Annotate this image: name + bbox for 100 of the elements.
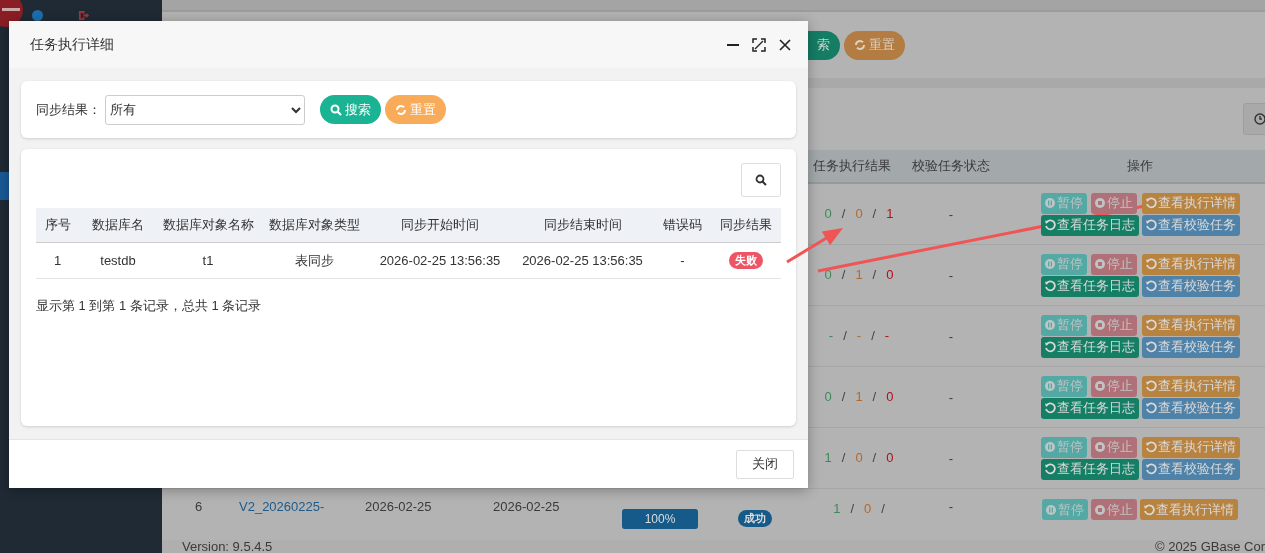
stop-icon <box>1094 380 1106 392</box>
column-header: 同步结束时间 <box>542 216 623 234</box>
result-count: 0 <box>824 388 832 406</box>
history-icon <box>1144 219 1157 231</box>
action-button[interactable]: 查看任务日志 <box>1040 336 1139 358</box>
pause-icon <box>1043 197 1056 209</box>
column-header: 序号 <box>43 216 72 234</box>
search-icon <box>330 103 342 116</box>
action-button[interactable]: 查看执行详情 <box>1141 253 1240 275</box>
search-button[interactable] <box>741 163 781 197</box>
filter-label: 同步结果： <box>36 100 101 119</box>
history-icon <box>1043 463 1056 475</box>
result-count: 1 <box>855 266 863 284</box>
dialog-title: 任务执行详细 <box>30 35 114 54</box>
history-icon <box>1144 197 1157 209</box>
table-cell-text: - <box>679 253 686 268</box>
result-count: / <box>841 266 846 284</box>
history-icon <box>1144 319 1157 331</box>
history-icon <box>1144 280 1157 292</box>
column-header: 操作 <box>1126 157 1154 175</box>
history-icon <box>1144 402 1157 414</box>
refresh-icon <box>854 39 866 51</box>
action-button[interactable]: 查看执行详情 <box>1140 499 1238 520</box>
table-cell-text: - <box>947 267 955 283</box>
pause-icon <box>1043 319 1056 331</box>
history-icon <box>1144 258 1157 270</box>
table-cell-text: - <box>947 206 955 222</box>
result-count: 0 <box>824 266 832 284</box>
result-count: / <box>881 500 885 518</box>
action-button[interactable]: 查看校验任务 <box>1141 214 1240 236</box>
table-cell-text: 2026-02-25 13:56:35 <box>378 253 502 268</box>
result-count: 0 <box>864 500 872 518</box>
result-count: / <box>872 449 877 467</box>
maximize-icon[interactable] <box>752 37 766 52</box>
result-select[interactable]: 所有 <box>105 94 305 125</box>
result-count: 0 <box>855 449 863 467</box>
action-button[interactable]: 查看执行详情 <box>1141 192 1240 214</box>
column-header: 同步结果 <box>718 216 773 234</box>
status-badge: 成功 <box>738 510 772 527</box>
result-count: 1 <box>824 449 832 467</box>
history-icon <box>1043 341 1056 353</box>
action-button[interactable]: 查看任务日志 <box>1040 275 1139 297</box>
column-header: 数据库名 <box>91 216 145 234</box>
action-button[interactable]: 查看任务日志 <box>1040 458 1139 480</box>
result-count: / <box>843 327 847 345</box>
result-count: 0 <box>855 205 863 223</box>
table-cell-text: - <box>947 328 955 344</box>
online-dot-icon <box>32 10 43 21</box>
history-icon <box>1043 219 1056 231</box>
action-button[interactable]: 查看任务日志 <box>1040 214 1139 236</box>
history-icon <box>1144 441 1157 453</box>
result-count: / <box>872 205 877 223</box>
result-count: - <box>828 327 834 345</box>
close-button[interactable]: 关闭 <box>736 449 794 479</box>
table-cell-text: - <box>947 499 955 514</box>
pause-icon <box>1043 380 1056 392</box>
action-button[interactable]: 查看执行详情 <box>1141 436 1240 458</box>
action-button[interactable]: 查看执行详情 <box>1141 314 1240 336</box>
pause-icon <box>1043 258 1056 270</box>
column-header: 数据库对象类型 <box>267 216 361 234</box>
result-count: / <box>841 449 846 467</box>
stop-icon <box>1094 319 1106 331</box>
result-count: / <box>850 500 854 518</box>
result-count: 1 <box>886 205 894 223</box>
table-cell-text: 2026-02-25 13:56:35 <box>521 253 644 268</box>
action-button[interactable]: 查看校验任务 <box>1141 397 1240 419</box>
column-header: 校验任务状态 <box>911 157 991 175</box>
column-header: 错误码 <box>662 216 703 234</box>
version-text: Version: 9.5.4.5 <box>182 540 273 553</box>
table-cell-text: testdb <box>99 253 137 268</box>
result-count: - <box>856 327 862 345</box>
result-count: 0 <box>886 449 894 467</box>
action-button[interactable]: 查看任务日志 <box>1040 397 1139 419</box>
result-count: / <box>872 266 877 284</box>
action-button[interactable]: 查看校验任务 <box>1141 458 1240 480</box>
table-cell-text: - <box>947 450 955 466</box>
table-cell-text: 2026-02-25 <box>492 499 561 514</box>
search-icon <box>755 174 767 186</box>
refresh-icon <box>395 103 407 116</box>
reset-button[interactable]: 重置 <box>844 30 905 60</box>
history-icon <box>1144 380 1157 392</box>
task-name-link[interactable]: V2_20260225- <box>235 499 361 514</box>
search-button[interactable]: 搜索 <box>320 95 381 124</box>
table-cell-text: 2026-02-25 <box>364 499 433 514</box>
history-icon <box>1043 402 1056 414</box>
result-count: / <box>841 388 846 406</box>
close-icon[interactable] <box>778 37 792 52</box>
action-button[interactable]: 查看校验任务 <box>1141 336 1240 358</box>
result-badge: 失败 <box>728 252 763 269</box>
column-header: 任务执行结果 <box>812 157 892 175</box>
column-header: 同步开始时间 <box>400 216 480 234</box>
history-icon <box>1143 503 1155 516</box>
table-cell-text: 表同步 <box>293 251 335 270</box>
stop-icon <box>1094 197 1106 209</box>
stop-icon <box>1094 503 1106 516</box>
copyright-text: © 2025 GBase Cor <box>1154 540 1265 553</box>
reset-button[interactable]: 重置 <box>385 95 446 124</box>
action-button[interactable]: 查看执行详情 <box>1141 375 1240 397</box>
action-button[interactable]: 查看校验任务 <box>1141 275 1240 297</box>
pause-icon <box>1045 503 1057 516</box>
